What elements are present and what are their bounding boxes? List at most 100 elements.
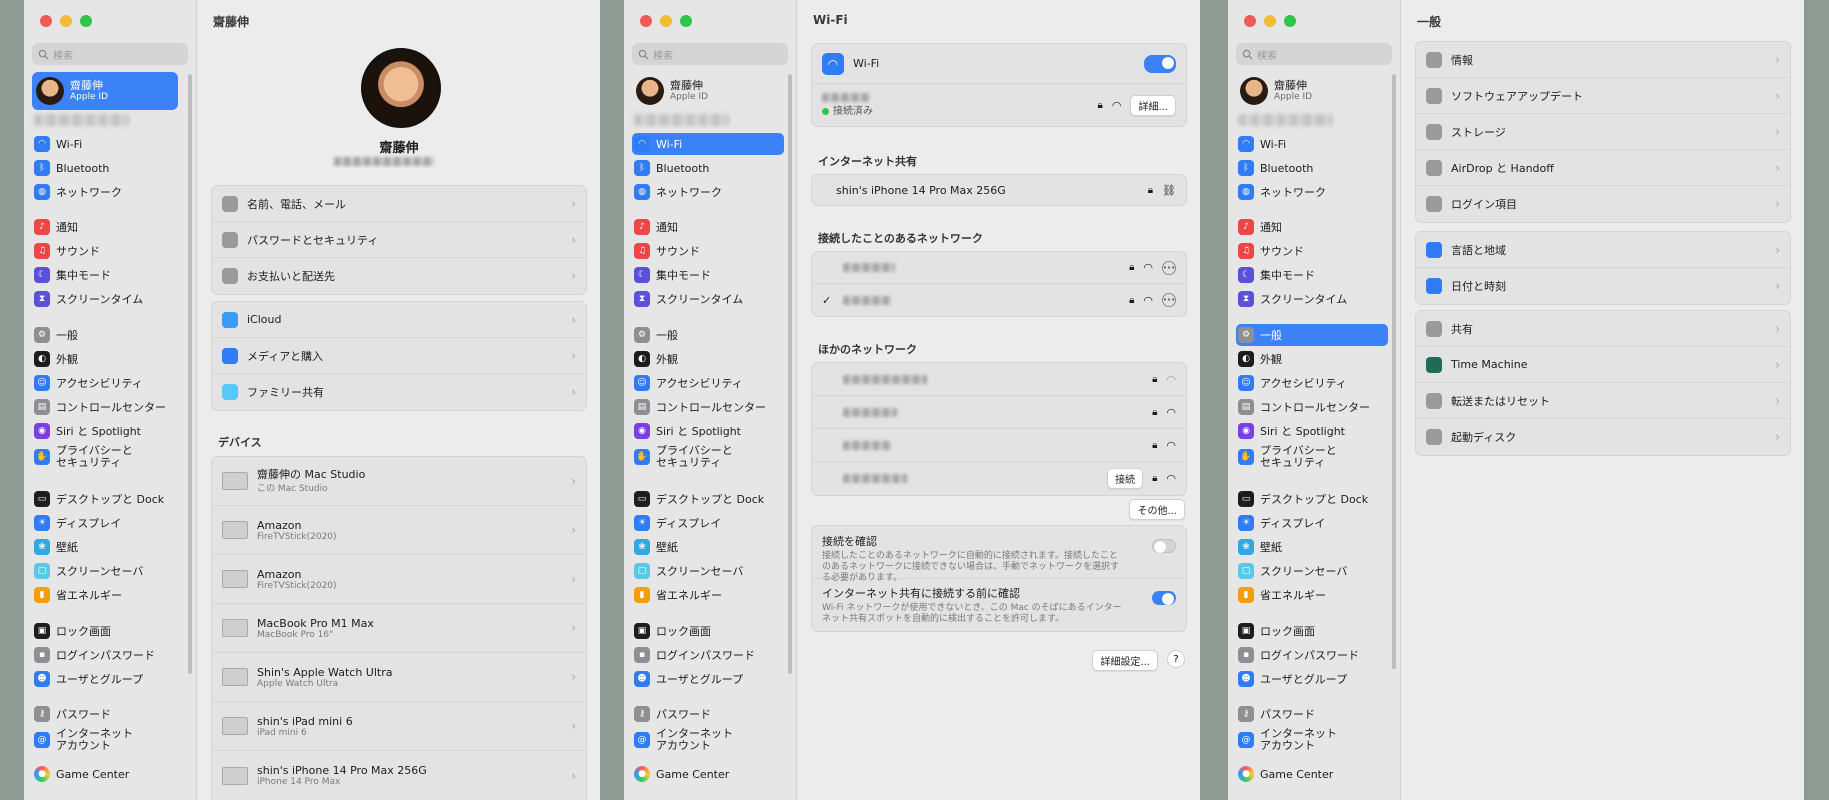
account-setting-row[interactable]: パスワードとセキュリティ › [212, 222, 586, 258]
device-row[interactable]: shin's iPhone 14 Pro Max 256G iPhone 14 P… [212, 751, 586, 800]
sidebar-item-sound[interactable]: ♫ サウンド [32, 240, 184, 262]
search-field[interactable]: 検索 [1236, 43, 1392, 65]
general-item-row[interactable]: ログイン項目 › [1416, 186, 1790, 222]
sidebar-item-users[interactable]: ☻ ユーザとグループ [32, 668, 184, 690]
sidebar-item-siri[interactable]: ◉ Siri と Spotlight [32, 420, 184, 442]
minimize-button[interactable] [60, 15, 72, 27]
connect-button[interactable]: 接続 [1107, 468, 1144, 489]
close-button[interactable] [1244, 15, 1256, 27]
sidebar-item-accessibility[interactable]: ☺ アクセシビリティ [632, 372, 784, 394]
known-network-row[interactable]: 🔒︎ ◠ ••• [812, 252, 1186, 284]
sidebar-item-notifications[interactable]: ♪ 通知 [632, 216, 784, 238]
ask-join-toggle[interactable] [1152, 539, 1176, 553]
profile-avatar[interactable] [361, 48, 441, 128]
sidebar-item-displays[interactable]: ☀ ディスプレイ [632, 512, 784, 534]
sidebar-item-screentime[interactable]: ⧗ スクリーンタイム [1236, 288, 1388, 310]
scrollbar[interactable] [1392, 74, 1396, 669]
sidebar-item-siri[interactable]: ◉ Siri と Spotlight [632, 420, 784, 442]
known-network-row[interactable]: ✓ 🔒︎ ◠ ••• [812, 284, 1186, 316]
sidebar-item-gamecenter[interactable]: ● Game Center [632, 763, 784, 785]
sidebar-item-accessibility[interactable]: ☺ アクセシビリティ [32, 372, 184, 394]
sidebar-item-lockscreen[interactable]: ▣ ロック画面 [632, 620, 784, 642]
ask-hotspot-toggle[interactable] [1152, 591, 1176, 605]
scrollbar[interactable] [188, 74, 192, 674]
close-button[interactable] [40, 15, 52, 27]
sidebar-item-internetaccounts[interactable]: @ インターネット アカウント [1236, 725, 1388, 755]
general-item-row[interactable]: ストレージ › [1416, 114, 1790, 150]
more-icon[interactable]: ••• [1162, 293, 1176, 307]
sidebar-item-network[interactable]: ◍ ネットワーク [632, 181, 784, 203]
sidebar-item-internetaccounts[interactable]: @ インターネット アカウント [632, 725, 784, 755]
device-row[interactable]: Shin's Apple Watch Ultra Apple Watch Ultr… [212, 653, 586, 702]
sidebar-item-screensaver[interactable]: ▢ スクリーンセーバ [632, 560, 784, 582]
other-network-row[interactable]: 🔒︎ ◠ [812, 396, 1186, 429]
sidebar-item-loginpw[interactable]: ▪ ログインパスワード [1236, 644, 1388, 666]
sidebar-item-controlcenter[interactable]: ▤ コントロールセンター [32, 396, 184, 418]
sidebar-item-gamecenter[interactable]: ● Game Center [1236, 763, 1388, 785]
minimize-button[interactable] [660, 15, 672, 27]
device-row[interactable]: shin's iPad mini 6 iPad mini 6 › [212, 702, 586, 751]
sidebar-item-wallpaper[interactable]: ❀ 壁紙 [1236, 536, 1388, 558]
sidebar-item-passwords[interactable]: ⚷ パスワード [32, 703, 184, 725]
general-item-row[interactable]: ソフトウェアアップデート › [1416, 78, 1790, 114]
general-item-row[interactable]: 転送またはリセット › [1416, 383, 1790, 419]
apple-id-account[interactable]: 齋藤伸 Apple ID [632, 72, 778, 110]
general-item-row[interactable]: 日付と時刻 › [1416, 268, 1790, 304]
general-item-row[interactable]: AirDrop と Handoff › [1416, 150, 1790, 186]
sidebar-item-wallpaper[interactable]: ❀ 壁紙 [632, 536, 784, 558]
sidebar-item-bluetooth[interactable]: ᛒ Bluetooth [32, 157, 184, 179]
device-row[interactable]: Amazon FireTVStick(2020) › [212, 555, 586, 604]
sidebar-item-privacy[interactable]: ✋ プライバシーと セキュリティ [632, 442, 784, 472]
details-button[interactable]: 詳細... [1130, 94, 1176, 116]
service-row[interactable]: iCloud › [212, 302, 586, 338]
sidebar-item-screentime[interactable]: ⧗ スクリーンタイム [632, 288, 784, 310]
sidebar-item-focus[interactable]: ☾ 集中モード [32, 264, 184, 286]
sidebar-item-wifi[interactable]: ◠ Wi-Fi [1236, 133, 1388, 155]
sidebar-item-privacy[interactable]: ✋ プライバシーと セキュリティ [32, 442, 184, 472]
sidebar-item-loginpw[interactable]: ▪ ログインパスワード [32, 644, 184, 666]
account-setting-row[interactable]: お支払いと配送先 › [212, 258, 586, 294]
other-network-row[interactable]: 接続 🔒︎ ◠ [812, 462, 1186, 495]
zoom-button[interactable] [1284, 15, 1296, 27]
sidebar-item-bluetooth[interactable]: ᛒ Bluetooth [632, 157, 784, 179]
general-item-row[interactable]: 言語と地域 › [1416, 232, 1790, 268]
sidebar-item-siri[interactable]: ◉ Siri と Spotlight [1236, 420, 1388, 442]
sidebar-item-controlcenter[interactable]: ▤ コントロールセンター [1236, 396, 1388, 418]
sidebar-item-users[interactable]: ☻ ユーザとグループ [1236, 668, 1388, 690]
wifi-toggle[interactable] [1144, 54, 1176, 73]
service-row[interactable]: ファミリー共有 › [212, 374, 586, 410]
sidebar-item-displays[interactable]: ☀ ディスプレイ [1236, 512, 1388, 534]
sidebar-item-general[interactable]: ⚙ 一般 [32, 324, 184, 346]
device-row[interactable]: Amazon FireTVStick(2020) › [212, 506, 586, 555]
sidebar-item-controlcenter[interactable]: ▤ コントロールセンター [632, 396, 784, 418]
sidebar-item-displays[interactable]: ☀ ディスプレイ [32, 512, 184, 534]
sidebar-item-lockscreen[interactable]: ▣ ロック画面 [1236, 620, 1388, 642]
sidebar-item-screensaver[interactable]: ▢ スクリーンセーバ [32, 560, 184, 582]
sidebar-item-passwords[interactable]: ⚷ パスワード [1236, 703, 1388, 725]
sidebar-item-sound[interactable]: ♫ サウンド [1236, 240, 1388, 262]
sidebar-item-bluetooth[interactable]: ᛒ Bluetooth [1236, 157, 1388, 179]
minimize-button[interactable] [1264, 15, 1276, 27]
sidebar-item-general[interactable]: ⚙ 一般 [632, 324, 784, 346]
sidebar-item-screensaver[interactable]: ▢ スクリーンセーバ [1236, 560, 1388, 582]
apple-id-account[interactable]: 齋藤伸 Apple ID [1236, 72, 1382, 110]
other-button[interactable]: その他... [1129, 499, 1185, 520]
sidebar-item-network[interactable]: ◍ ネットワーク [1236, 181, 1388, 203]
sidebar-item-wallpaper[interactable]: ❀ 壁紙 [32, 536, 184, 558]
sidebar-item-appearance[interactable]: ◐ 外観 [1236, 348, 1388, 370]
sidebar-item-desktop[interactable]: ▭ デスクトップと Dock [632, 488, 784, 510]
sidebar-item-wifi[interactable]: ◠ Wi-Fi [32, 133, 184, 155]
sidebar-item-internetaccounts[interactable]: @ インターネット アカウント [32, 725, 184, 755]
sidebar-item-notifications[interactable]: ♪ 通知 [1236, 216, 1388, 238]
sidebar-item-focus[interactable]: ☾ 集中モード [632, 264, 784, 286]
sidebar-item-appearance[interactable]: ◐ 外観 [632, 348, 784, 370]
sidebar-item-notifications[interactable]: ♪ 通知 [32, 216, 184, 238]
advanced-settings-button[interactable]: 詳細設定... [1092, 650, 1158, 671]
general-item-row[interactable]: 起動ディスク › [1416, 419, 1790, 455]
sidebar-item-accessibility[interactable]: ☺ アクセシビリティ [1236, 372, 1388, 394]
sidebar-item-lockscreen[interactable]: ▣ ロック画面 [32, 620, 184, 642]
general-item-row[interactable]: Time Machine › [1416, 347, 1790, 383]
sidebar-item-energy[interactable]: ▮ 省エネルギー [32, 584, 184, 606]
sidebar-item-focus[interactable]: ☾ 集中モード [1236, 264, 1388, 286]
sidebar-item-energy[interactable]: ▮ 省エネルギー [1236, 584, 1388, 606]
